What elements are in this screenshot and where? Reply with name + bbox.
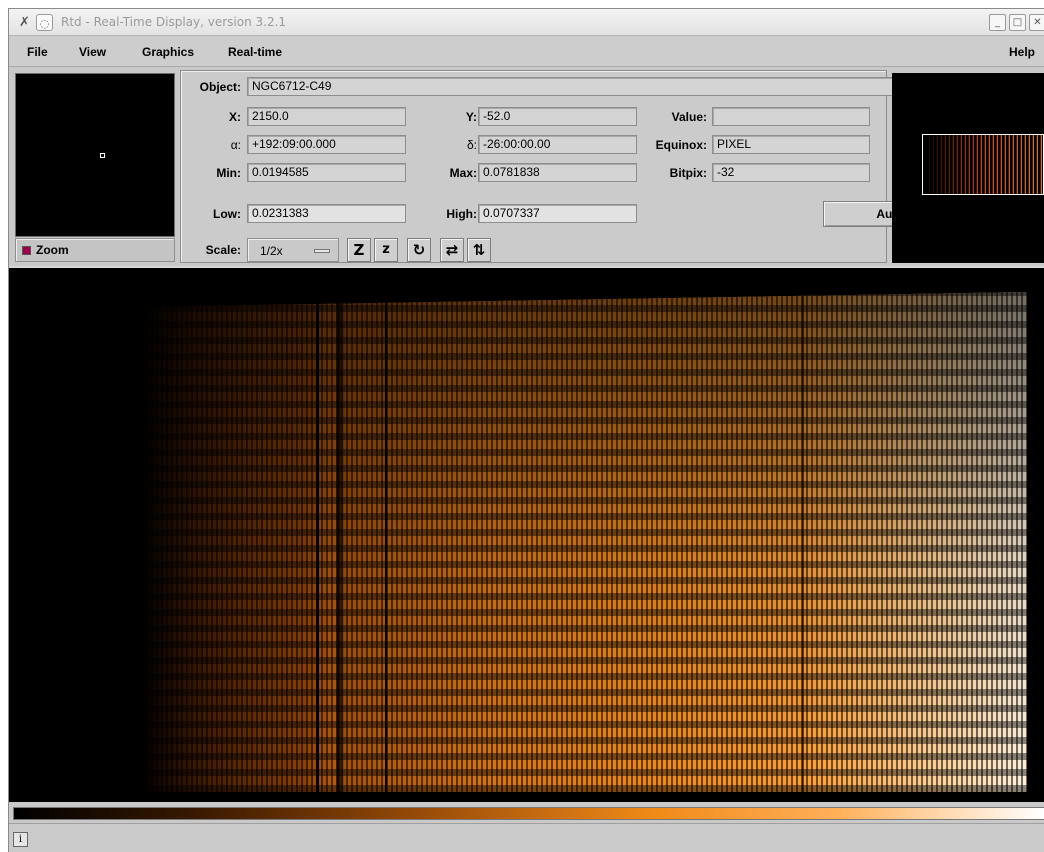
zoom-window[interactable]	[15, 73, 175, 237]
info-icon[interactable]: i	[13, 832, 28, 847]
y-label: Y:	[465, 110, 477, 124]
equinox-label: Equinox:	[655, 138, 707, 152]
window-title: Rtd - Real-Time Display, version 3.2.1	[61, 15, 287, 29]
min-label: Min:	[216, 166, 241, 180]
app-x-icon[interactable]: ✗	[16, 14, 33, 31]
zoom-in-icon[interactable]: Z	[347, 238, 371, 262]
delta-field: -26:00:00.00	[478, 135, 637, 154]
alpha-field: +192:09:00.000	[247, 135, 406, 154]
pan-window[interactable]	[892, 73, 1044, 263]
rtd-window: ✗ ◌ Rtd - Real-Time Display, version 3.2…	[8, 8, 1044, 852]
image-display[interactable]	[9, 266, 1044, 802]
status-bar: i	[9, 823, 1044, 852]
menu-view[interactable]: View	[79, 45, 106, 59]
bitpix-field: -32	[712, 163, 870, 182]
image-info-panel: Object: NGC6712-C49 X: 2150.0 Y: -52.0 V…	[180, 70, 1043, 263]
y-field: -52.0	[478, 107, 637, 126]
colormap-bar[interactable]	[13, 807, 1044, 820]
scale-label: Scale:	[205, 243, 241, 257]
x-label: X:	[229, 110, 241, 124]
zoom-label: Zoom	[36, 243, 69, 257]
zoom-toggle[interactable]: Zoom	[15, 238, 175, 262]
value-field	[712, 107, 870, 126]
maximize-button[interactable]: □	[1009, 14, 1026, 31]
pan-thumbnail[interactable]	[922, 134, 1044, 195]
minimize-button[interactable]: _	[989, 14, 1006, 31]
scale-value: 1/2x	[260, 244, 283, 258]
menu-realtime[interactable]: Real-time	[228, 45, 282, 59]
zoom-out-icon[interactable]: z	[374, 238, 398, 262]
menu-help[interactable]: Help	[1009, 45, 1035, 59]
option-menu-indicator-icon	[314, 249, 330, 253]
flip-x-icon[interactable]: ⇄	[440, 238, 464, 262]
max-field: 0.0781838	[478, 163, 637, 182]
delta-label: δ:	[466, 138, 477, 152]
alpha-label: α:	[230, 138, 241, 152]
close-button[interactable]: ✕	[1029, 14, 1044, 31]
min-field: 0.0194585	[247, 163, 406, 182]
menu-file[interactable]: File	[27, 45, 48, 59]
x-field: 2150.0	[247, 107, 406, 126]
zoom-cursor-marker	[100, 153, 105, 158]
menu-bar: File View Graphics Real-time Help	[9, 37, 1044, 67]
spectrum-image	[141, 292, 1027, 792]
window-menu-icon[interactable]: ◌	[36, 14, 53, 31]
title-bar: ✗ ◌ Rtd - Real-Time Display, version 3.2…	[9, 9, 1044, 36]
value-label: Value:	[671, 110, 707, 124]
zoom-checkbox-icon[interactable]	[22, 246, 31, 255]
max-label: Max:	[449, 166, 477, 180]
bitpix-label: Bitpix:	[669, 166, 707, 180]
object-label: Object:	[199, 80, 241, 94]
menu-graphics[interactable]: Graphics	[142, 45, 194, 59]
low-cut-input[interactable]: 0.0231383	[247, 204, 406, 223]
high-label: High:	[446, 207, 477, 221]
equinox-field: PIXEL	[712, 135, 870, 154]
low-label: Low:	[213, 207, 241, 221]
flip-y-icon[interactable]: ⇅	[467, 238, 491, 262]
high-cut-input[interactable]: 0.0707337	[478, 204, 637, 223]
scale-select[interactable]: 1/2x	[247, 238, 339, 262]
rotate-icon[interactable]: ↻	[407, 238, 431, 262]
